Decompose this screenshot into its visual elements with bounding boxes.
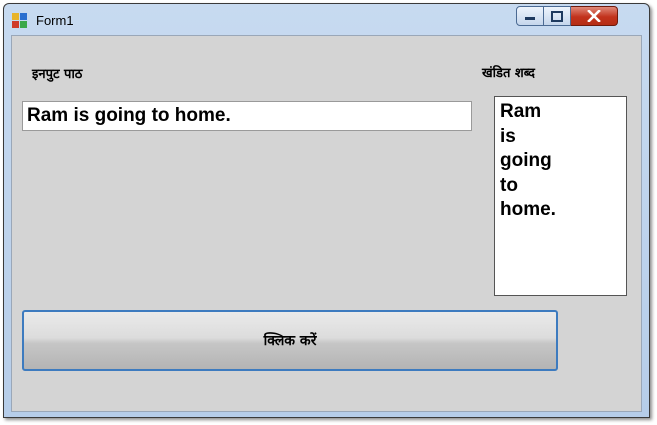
close-icon — [587, 10, 601, 22]
minimize-icon — [525, 17, 535, 20]
click-button-label: क्लिक करें — [263, 333, 317, 349]
list-item[interactable]: is — [500, 125, 621, 150]
app-icon — [12, 13, 28, 29]
window-title: Form1 — [36, 13, 74, 28]
maximize-icon — [551, 10, 563, 22]
split-words-list[interactable]: Ram is going to home. — [494, 96, 627, 296]
click-button[interactable]: क्लिक करें — [22, 310, 558, 371]
close-button[interactable] — [571, 6, 618, 26]
split-words-label: खंडित शब्द — [482, 66, 535, 81]
list-item[interactable]: home. — [500, 198, 621, 223]
list-item[interactable]: Ram — [500, 100, 621, 125]
input-text-field[interactable]: Ram is going to home. — [22, 101, 472, 131]
list-item[interactable]: to — [500, 174, 621, 199]
maximize-button[interactable] — [544, 6, 571, 26]
client-area: इनपुट पाठ खंडित शब्द Ram is going to hom… — [11, 35, 642, 412]
minimize-button[interactable] — [516, 6, 544, 26]
list-item[interactable]: going — [500, 149, 621, 174]
input-text-label: इनपुट पाठ — [32, 67, 83, 82]
form-window: Form1 इनपुट पाठ खंडित शब्द Ram is going … — [3, 3, 650, 418]
title-bar[interactable]: Form1 — [4, 4, 649, 38]
